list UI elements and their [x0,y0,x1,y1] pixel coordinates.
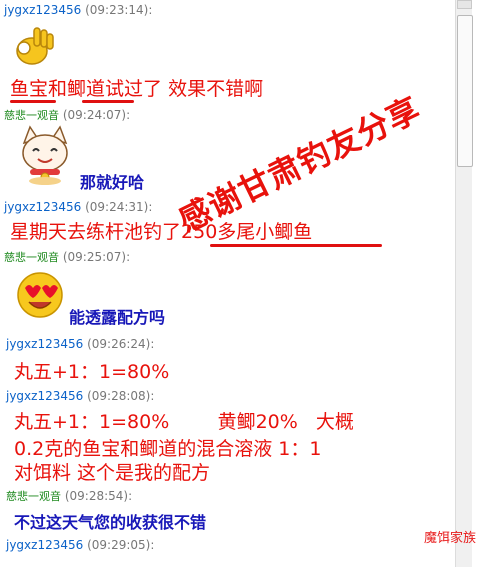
message-text: 能透露配方吗 [69,308,166,327]
message-header: 慈悲一观音 (09:28:54): [6,488,132,504]
sender-name[interactable]: 慈悲一观音 [6,490,61,503]
message-header: jygxz123456 (09:24:31): [4,200,152,214]
message-header: jygxz123456 (09:28:08): [6,389,154,403]
timestamp: (09:26:24): [87,337,155,351]
message-text: 鱼宝和鲫道试过了 效果不错啊 [10,78,264,100]
message-header: jygxz123456 (09:23:14): [4,3,152,17]
watermark-text: 魔饵家族 [424,531,477,546]
timestamp: (09:28:08): [87,389,155,403]
chat-history: jygxz123456 (09:23:14): 鱼宝和鲫道试过了 效果不错啊 慈… [0,0,455,567]
scroll-up-arrow[interactable] [457,0,472,9]
message-text: 0.2克的鱼宝和鲫道的混合溶液 1：1 [14,438,322,460]
timestamp: (09:25:07): [62,250,131,264]
sender-name[interactable]: jygxz123456 [6,337,83,351]
underline-mark [210,244,382,247]
message-header: jygxz123456 (09:29:05): [6,538,154,552]
underline-mark [10,100,56,103]
timestamp: (09:24:07): [62,108,131,122]
message-text: 对饵料 这个是我的配方 [14,462,211,484]
ok-hand-emoji [16,27,54,65]
message-text: 那就好哈 [80,173,145,192]
timestamp: (09:28:54): [64,489,133,503]
message-header: 慈悲一观音 (09:24:07): [4,107,130,123]
sender-name[interactable]: jygxz123456 [6,389,83,403]
underline-mark [82,100,134,103]
sender-name[interactable]: jygxz123456 [6,538,83,552]
message-header: jygxz123456 (09:26:24): [6,337,154,351]
sender-name[interactable]: jygxz123456 [4,200,81,214]
sender-name[interactable]: jygxz123456 [4,3,81,17]
message-text: 丸五+1：1=80% [14,361,170,383]
message-text: 丸五+1：1=80% 黄鲫20% 大概 [14,411,354,433]
message-text: 星期天去练杆池钓了250多尾小鲫鱼 [10,221,313,243]
sender-name[interactable]: 慈悲一观音 [4,109,59,122]
lucky-cat-emoji [22,125,68,185]
message-header: 慈悲一观音 (09:25:07): [4,249,130,265]
timestamp: (09:24:31): [85,200,153,214]
timestamp: (09:29:05): [87,538,155,552]
message-text: 不过这天气您的收获很不错 [14,513,207,532]
timestamp: (09:23:14): [85,3,153,17]
heart-eyes-emoji [17,272,63,318]
sender-name[interactable]: 慈悲一观音 [4,251,59,264]
